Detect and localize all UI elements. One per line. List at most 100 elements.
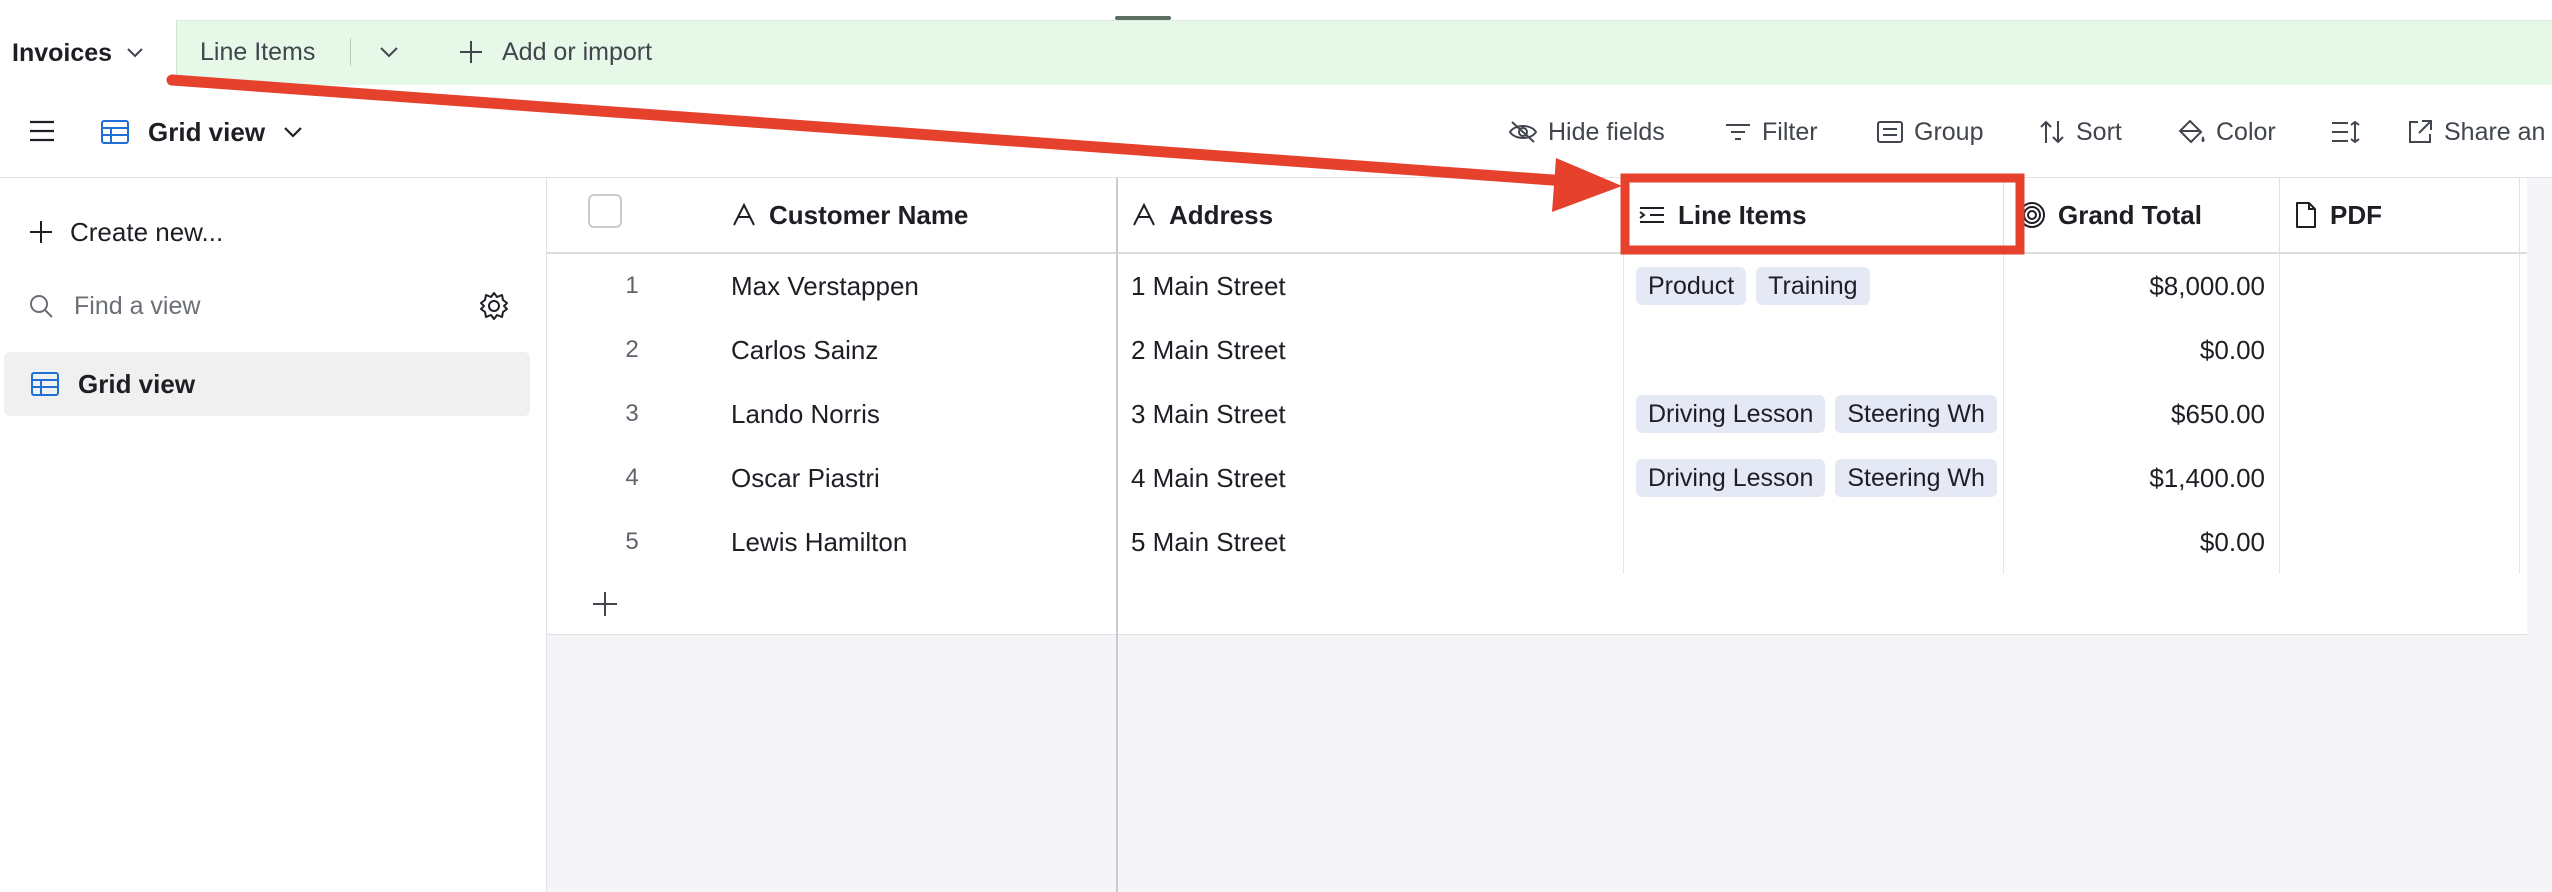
chevron-down-icon[interactable]: [126, 47, 144, 59]
column-header-grand-total[interactable]: Grand Total: [2004, 178, 2280, 252]
sort-button[interactable]: Sort: [2038, 108, 2122, 156]
top-strip: [0, 0, 2552, 20]
sidebar-item-label: Grid view: [78, 368, 196, 399]
cell-grand-total[interactable]: $0.00: [2004, 318, 2280, 382]
tab-line-items[interactable]: Line Items: [200, 20, 315, 84]
create-new-label: Create new...: [70, 216, 224, 247]
view-toolbar: [0, 85, 2552, 178]
hide-fields-button[interactable]: Hide fields: [1508, 108, 1665, 156]
grid-icon: [4, 371, 78, 397]
cell-grand-total[interactable]: $1,400.00: [2004, 446, 2280, 510]
share-label: Share an: [2444, 117, 2546, 146]
add-row-bar[interactable]: [547, 574, 2527, 635]
create-new-view-button[interactable]: Create new...: [28, 210, 223, 254]
cell-pdf[interactable]: [2280, 318, 2520, 382]
column-label: PDF: [2330, 199, 2382, 230]
cell-address[interactable]: 4 Main Street: [1117, 446, 1624, 510]
cell-customer[interactable]: Max Verstappen: [717, 254, 1117, 318]
cell-customer[interactable]: Oscar Piastri: [717, 446, 1117, 510]
add-or-import-button[interactable]: Add or import: [458, 20, 652, 84]
grid-icon: [100, 119, 130, 145]
text-field-icon: [731, 203, 769, 227]
cell-pdf[interactable]: [2280, 382, 2520, 446]
column-header-customer[interactable]: Customer Name: [717, 178, 1117, 252]
table-row[interactable]: 5 Lewis Hamilton 5 Main Street $0.00: [547, 510, 2527, 575]
resize-handle[interactable]: [1115, 16, 1171, 20]
row-number: 2: [625, 336, 639, 363]
text-field-icon: [1131, 203, 1169, 227]
view-switcher[interactable]: Grid view: [100, 108, 303, 156]
cell-customer[interactable]: Lewis Hamilton: [717, 510, 1117, 574]
cell-grand-total[interactable]: $8,000.00: [2004, 254, 2280, 318]
find-view-input[interactable]: Find a view: [28, 284, 200, 328]
file-icon: [2294, 201, 2330, 229]
column-header-line-items[interactable]: Line Items: [1624, 178, 2004, 252]
select-all-cell: [547, 178, 717, 252]
select-all-checkbox[interactable]: [588, 194, 622, 228]
cell-address[interactable]: 2 Main Street: [1117, 318, 1624, 382]
rollup-icon: [2018, 201, 2058, 229]
hide-fields-label: Hide fields: [1548, 117, 1665, 146]
row-number: 1: [625, 272, 639, 299]
cell-address[interactable]: 5 Main Street: [1117, 510, 1624, 574]
frozen-column-divider[interactable]: [1116, 178, 1118, 892]
cell-line-items[interactable]: [1624, 318, 2004, 382]
grid-header-row: Customer Name Address Line Items Grand T…: [547, 178, 2527, 254]
linked-record-chip[interactable]: Steering Wh: [1835, 459, 1997, 497]
plus-icon: [28, 219, 70, 245]
cell-address[interactable]: 3 Main Street: [1117, 382, 1624, 446]
share-button[interactable]: Share an: [2406, 108, 2545, 156]
sort-label: Sort: [2076, 117, 2122, 146]
chevron-down-icon[interactable]: [378, 40, 400, 64]
table-row[interactable]: 2 Carlos Sainz 2 Main Street $0.00: [547, 318, 2527, 383]
cell-pdf[interactable]: [2280, 446, 2520, 510]
linked-record-chip[interactable]: Product: [1636, 267, 1747, 305]
view-name: Grid view: [148, 116, 266, 147]
linked-record-chip[interactable]: Driving Lesson: [1636, 459, 1826, 497]
paint-bucket-icon: [2176, 118, 2216, 146]
cell-grand-total[interactable]: $650.00: [2004, 382, 2280, 446]
row-height-button[interactable]: [2330, 108, 2370, 156]
search-icon: [28, 293, 74, 319]
cell-pdf[interactable]: [2280, 510, 2520, 574]
linked-record-chip[interactable]: Steering Wh: [1835, 395, 1997, 433]
table-row[interactable]: 4 Oscar Piastri 4 Main Street Driving Le…: [547, 446, 2527, 511]
group-icon: [1876, 120, 1914, 144]
linked-record-chip[interactable]: Driving Lesson: [1636, 395, 1826, 433]
row-height-icon: [2330, 119, 2370, 145]
row-number: 3: [625, 400, 639, 427]
cell-pdf[interactable]: [2280, 254, 2520, 318]
cell-grand-total[interactable]: $0.00: [2004, 510, 2280, 574]
filter-icon: [1724, 120, 1762, 144]
table-row[interactable]: 1 Max Verstappen 1 Main Street Product T…: [547, 254, 2527, 319]
row-number: 5: [625, 528, 639, 555]
hamburger-menu-icon[interactable]: [28, 118, 58, 144]
cell-customer[interactable]: Lando Norris: [717, 382, 1117, 446]
table-row[interactable]: 3 Lando Norris 3 Main Street Driving Les…: [547, 382, 2527, 447]
cell-line-items[interactable]: Driving Lesson Steering Wh: [1624, 446, 2004, 510]
plus-icon: [458, 39, 484, 65]
cell-customer[interactable]: Carlos Sainz: [717, 318, 1117, 382]
tab-divider: [350, 38, 351, 66]
column-header-pdf[interactable]: PDF: [2280, 178, 2520, 252]
find-view-placeholder: Find a view: [74, 291, 201, 320]
sort-icon: [2038, 119, 2076, 145]
column-label: Grand Total: [2058, 199, 2202, 230]
plus-icon[interactable]: [591, 590, 619, 618]
cell-address[interactable]: 1 Main Street: [1117, 254, 1624, 318]
color-button[interactable]: Color: [2176, 108, 2276, 156]
linked-record-icon: [1638, 203, 1678, 227]
group-button[interactable]: Group: [1876, 108, 1983, 156]
column-header-address[interactable]: Address: [1117, 178, 1624, 252]
linked-record-chip[interactable]: Training: [1756, 267, 1870, 305]
cell-line-items[interactable]: Product Training: [1624, 254, 2004, 318]
group-label: Group: [1914, 117, 1984, 146]
sidebar-item-grid-view[interactable]: Grid view: [4, 352, 530, 416]
cell-line-items[interactable]: Driving Lesson Steering Wh: [1624, 382, 2004, 446]
tab-invoices[interactable]: Invoices: [0, 20, 177, 86]
filter-button[interactable]: Filter: [1724, 108, 1818, 156]
share-external-icon: [2406, 118, 2444, 146]
gear-icon[interactable]: [478, 290, 510, 322]
filter-label: Filter: [1762, 117, 1818, 146]
cell-line-items[interactable]: [1624, 510, 2004, 574]
